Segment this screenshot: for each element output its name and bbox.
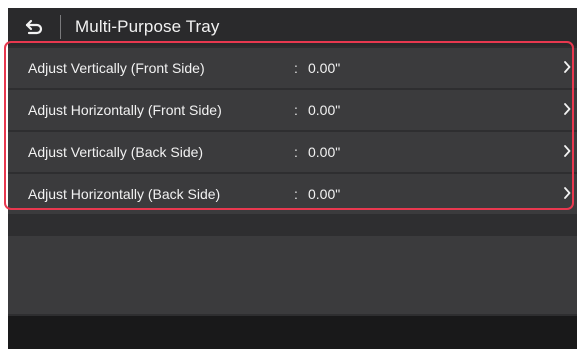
item-label: Adjust Horizontally (Back Side) xyxy=(28,186,221,202)
item-label: Adjust Vertically (Front Side) xyxy=(28,60,205,76)
item-value: 0.00" xyxy=(308,60,341,76)
chevron-right-icon xyxy=(564,187,571,199)
back-button[interactable] xyxy=(8,8,60,46)
list-item-adjust-horizontally-front[interactable]: Adjust Horizontally (Front Side) : 0.00" xyxy=(8,90,577,132)
header-bar: Multi-Purpose Tray xyxy=(8,8,577,46)
item-label: Adjust Horizontally (Front Side) xyxy=(28,102,222,118)
item-value: 0.00" xyxy=(308,144,341,160)
back-arrow-icon xyxy=(25,19,43,35)
chevron-right-icon xyxy=(564,61,571,73)
list-item-adjust-horizontally-back[interactable]: Adjust Horizontally (Back Side) : 0.00" xyxy=(8,174,577,216)
footer-bar xyxy=(8,316,577,349)
settings-list: Adjust Vertically (Front Side) : 0.00" A… xyxy=(8,48,577,216)
chevron-right-icon xyxy=(564,103,571,115)
item-label: Adjust Vertically (Back Side) xyxy=(28,144,204,160)
item-value: 0.00" xyxy=(308,102,341,118)
page-title: Multi-Purpose Tray xyxy=(75,17,220,36)
item-value: 0.00" xyxy=(308,186,341,202)
item-separator: : xyxy=(294,102,298,118)
empty-list-area xyxy=(8,236,577,314)
list-item-adjust-vertically-front[interactable]: Adjust Vertically (Front Side) : 0.00" xyxy=(8,48,577,90)
list-item-adjust-vertically-back[interactable]: Adjust Vertically (Back Side) : 0.00" xyxy=(8,132,577,174)
chevron-right-icon xyxy=(564,145,571,157)
item-separator: : xyxy=(294,186,298,202)
item-separator: : xyxy=(294,60,298,76)
device-screen: Multi-Purpose Tray Adjust Vertically (Fr… xyxy=(8,8,577,349)
item-separator: : xyxy=(294,144,298,160)
